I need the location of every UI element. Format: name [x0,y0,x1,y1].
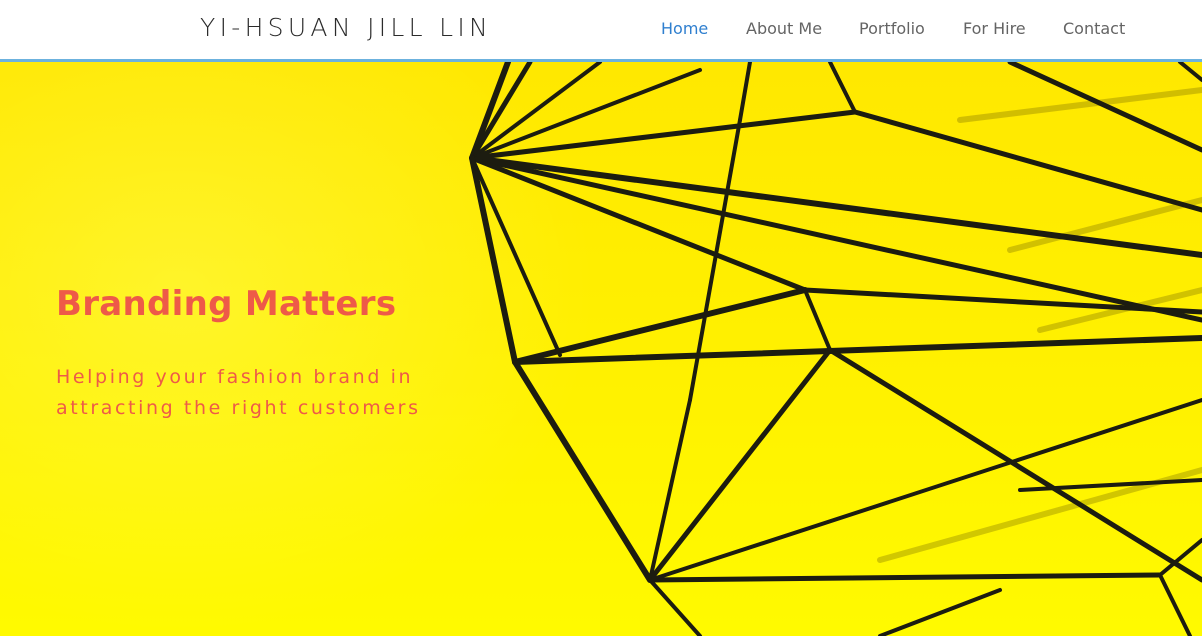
site-header: YI-HSUAN JILL LIN Home About Me Portfoli… [0,0,1202,59]
nav-item-contact[interactable]: Contact [1063,18,1125,40]
hero-wire-sculpture-image [469,62,1202,636]
nav-item-for-hire[interactable]: For Hire [963,18,1026,40]
hero-section: Branding Matters Helping your fashion br… [0,62,1202,636]
header-divider [0,59,1202,62]
main-nav: Home About Me Portfolio For Hire Contact [0,18,1202,40]
hero-subheading: Helping your fashion brand in attracting… [56,366,421,419]
nav-item-home[interactable]: Home [661,18,708,40]
hero-heading: Branding Matters [56,284,397,324]
nav-item-portfolio[interactable]: Portfolio [859,18,925,40]
nav-item-about-me[interactable]: About Me [746,18,822,40]
